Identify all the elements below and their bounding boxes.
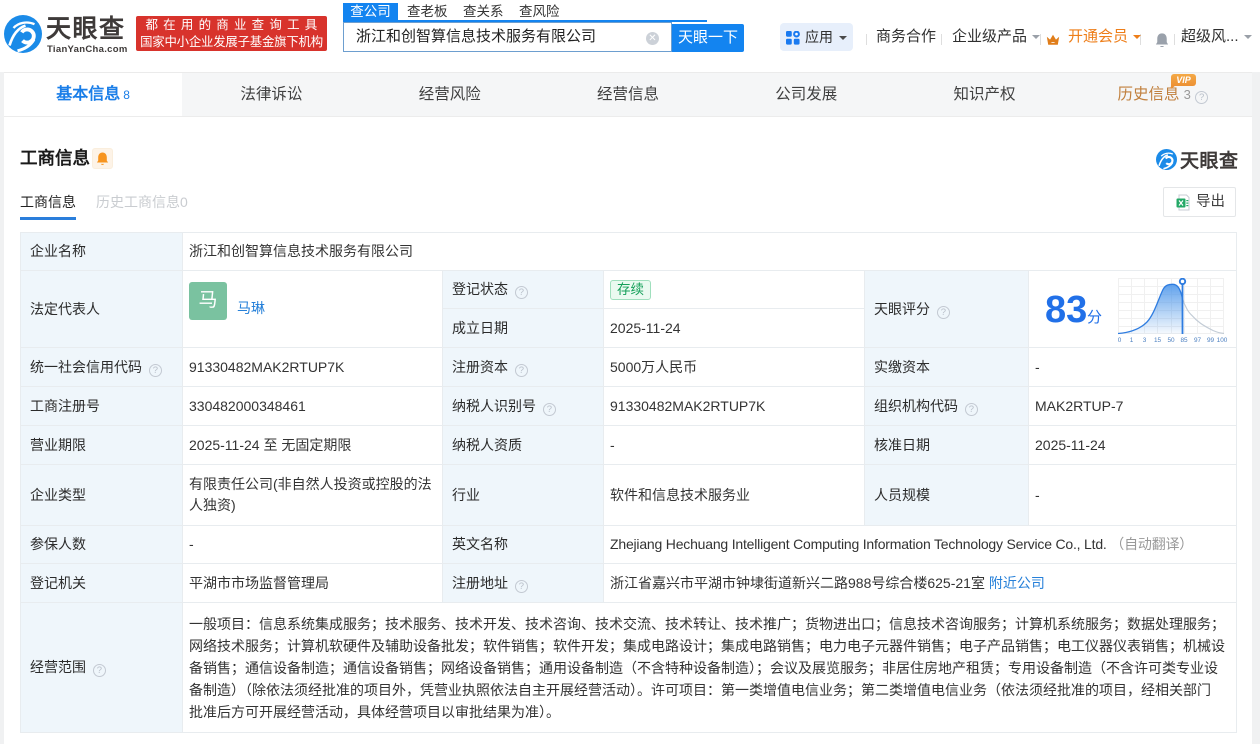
- svg-text:1: 1: [1130, 337, 1134, 343]
- svg-text:50: 50: [1167, 337, 1175, 343]
- svg-text:100: 100: [1217, 337, 1228, 343]
- svg-text:15: 15: [1154, 337, 1162, 343]
- svg-text:97: 97: [1194, 337, 1202, 343]
- svg-text:85: 85: [1180, 337, 1188, 343]
- svg-text:0: 0: [1118, 337, 1122, 343]
- svg-text:3: 3: [1143, 337, 1147, 343]
- svg-text:99: 99: [1207, 337, 1215, 343]
